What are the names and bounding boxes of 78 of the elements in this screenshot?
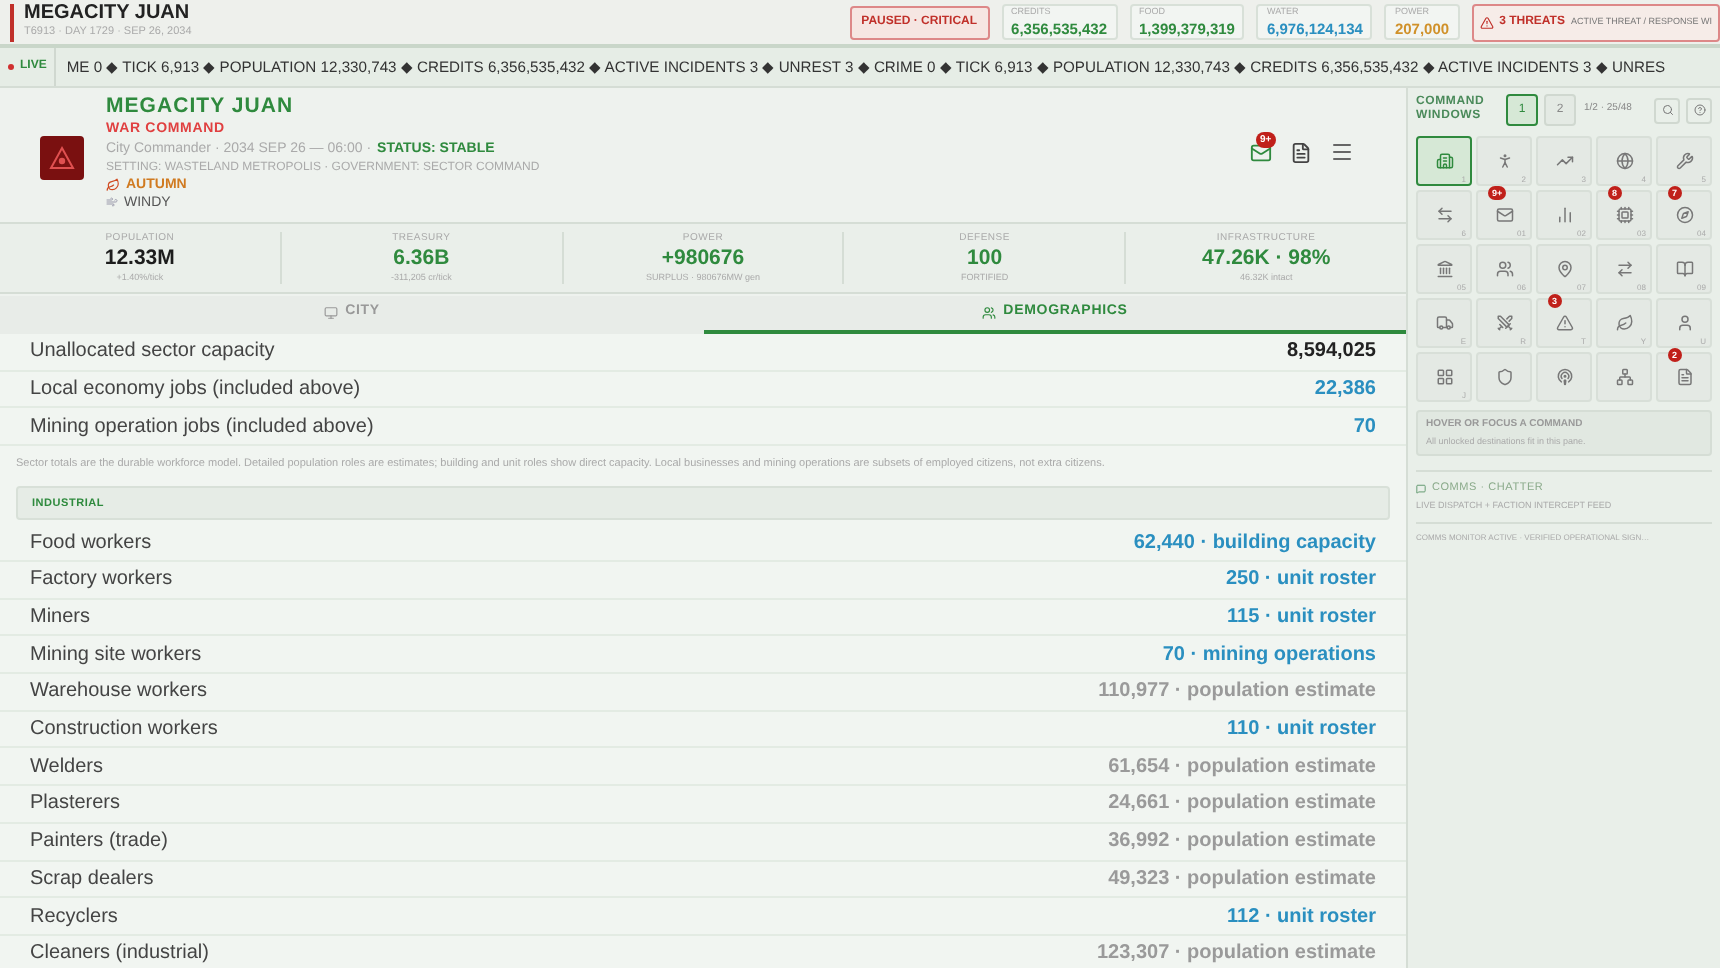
row-label: Scrap dealers bbox=[30, 865, 154, 894]
city-title: MEGACITY JUAN bbox=[106, 96, 296, 117]
people-icon bbox=[1495, 260, 1513, 278]
command-tile[interactable] bbox=[1476, 352, 1532, 402]
row-label: Local economy jobs (included above) bbox=[30, 376, 361, 405]
people-icon bbox=[981, 306, 996, 320]
warning-icon bbox=[1555, 314, 1573, 332]
city-name: MEGACITY JUAN bbox=[24, 4, 192, 25]
document-button[interactable] bbox=[1290, 141, 1312, 163]
row-value: 36,992 · population estimate bbox=[1108, 828, 1376, 857]
help-icon bbox=[1693, 104, 1705, 116]
warning-emblem-icon bbox=[40, 136, 84, 180]
row-label: Food workers bbox=[30, 529, 152, 558]
stat-value: 12.33M bbox=[104, 248, 175, 269]
compass-icon bbox=[1675, 206, 1693, 224]
broadcast-icon bbox=[1555, 368, 1573, 386]
row-label: Unallocated sector capacity bbox=[30, 338, 275, 367]
search-button[interactable] bbox=[1654, 97, 1680, 123]
search-icon bbox=[1661, 104, 1673, 116]
row-label: Construction workers bbox=[30, 716, 218, 745]
wind-icon bbox=[106, 196, 118, 208]
row-label: Mining operation jobs (included above) bbox=[30, 413, 374, 442]
help-button[interactable] bbox=[1686, 97, 1712, 123]
command-tile[interactable] bbox=[1536, 352, 1592, 402]
row-value: 123,307 · population estimate bbox=[1097, 940, 1376, 968]
row-value: 24,661 · population estimate bbox=[1108, 790, 1376, 819]
stat-value: 100 bbox=[967, 248, 1003, 269]
bar-chart-icon bbox=[1555, 206, 1573, 224]
row-value: 70 · mining operations bbox=[1162, 641, 1376, 670]
row-value: 250 · unit roster bbox=[1225, 566, 1376, 595]
menu-button[interactable] bbox=[1330, 140, 1354, 164]
stat-value: 6.36B bbox=[393, 248, 450, 269]
row-label: Plasterers bbox=[30, 790, 121, 819]
hierarchy-icon bbox=[1615, 368, 1633, 386]
row-label: Warehouse workers bbox=[30, 678, 208, 707]
row-label: Recyclers bbox=[30, 903, 118, 932]
bank-icon bbox=[1435, 260, 1453, 278]
stat-value: +980676 bbox=[661, 248, 745, 269]
crossed-swords-icon bbox=[1495, 314, 1513, 332]
wrench-icon bbox=[1675, 152, 1693, 170]
buildings-icon bbox=[1435, 152, 1453, 170]
row-value: 115 · unit roster bbox=[1227, 604, 1376, 633]
mail-button[interactable] bbox=[1250, 141, 1272, 163]
command-tile[interactable] bbox=[1596, 352, 1652, 402]
monitor-icon bbox=[323, 306, 338, 320]
row-value: 110 · unit roster bbox=[1227, 716, 1376, 745]
row-label: Factory workers bbox=[30, 566, 173, 595]
grid-icon bbox=[1435, 368, 1453, 386]
row-value: 22,386 bbox=[1314, 376, 1376, 405]
stat-value: 47.26K · 98% bbox=[1201, 248, 1331, 269]
row-label: Painters (trade) bbox=[30, 828, 168, 857]
row-value: 8,594,025 bbox=[1287, 338, 1376, 367]
person-icon bbox=[1675, 314, 1693, 332]
row-value: 61,654 · population estimate bbox=[1108, 753, 1376, 782]
warning-icon bbox=[1479, 15, 1494, 29]
row-label: Miners bbox=[30, 604, 91, 633]
chat-icon bbox=[1416, 483, 1426, 494]
document-icon bbox=[1675, 368, 1693, 386]
row-label: Cleaners (industrial) bbox=[30, 940, 209, 968]
trend-line-icon bbox=[1555, 152, 1573, 170]
exchange-arrows-icon bbox=[1615, 260, 1633, 278]
leaf-icon bbox=[106, 177, 120, 191]
mail-icon bbox=[1495, 206, 1513, 224]
swap-arrows-icon bbox=[1435, 206, 1453, 224]
chip-icon bbox=[1615, 206, 1633, 224]
row-label: Welders bbox=[30, 753, 103, 782]
row-value: 62,440 · building capacity bbox=[1133, 529, 1376, 558]
row-value: 70 bbox=[1353, 413, 1376, 442]
vehicle-icon bbox=[1435, 314, 1453, 332]
row-value: 112 · unit roster bbox=[1227, 903, 1376, 932]
map-pin-icon bbox=[1555, 260, 1573, 278]
globe-icon bbox=[1615, 152, 1633, 170]
book-icon bbox=[1675, 260, 1693, 278]
shield-icon bbox=[1495, 368, 1513, 386]
leaf-icon bbox=[1615, 314, 1633, 332]
row-label: Mining site workers bbox=[30, 641, 202, 670]
row-value: 49,323 · population estimate bbox=[1108, 865, 1376, 894]
row-value: 110,977 · population estimate bbox=[1098, 678, 1376, 707]
